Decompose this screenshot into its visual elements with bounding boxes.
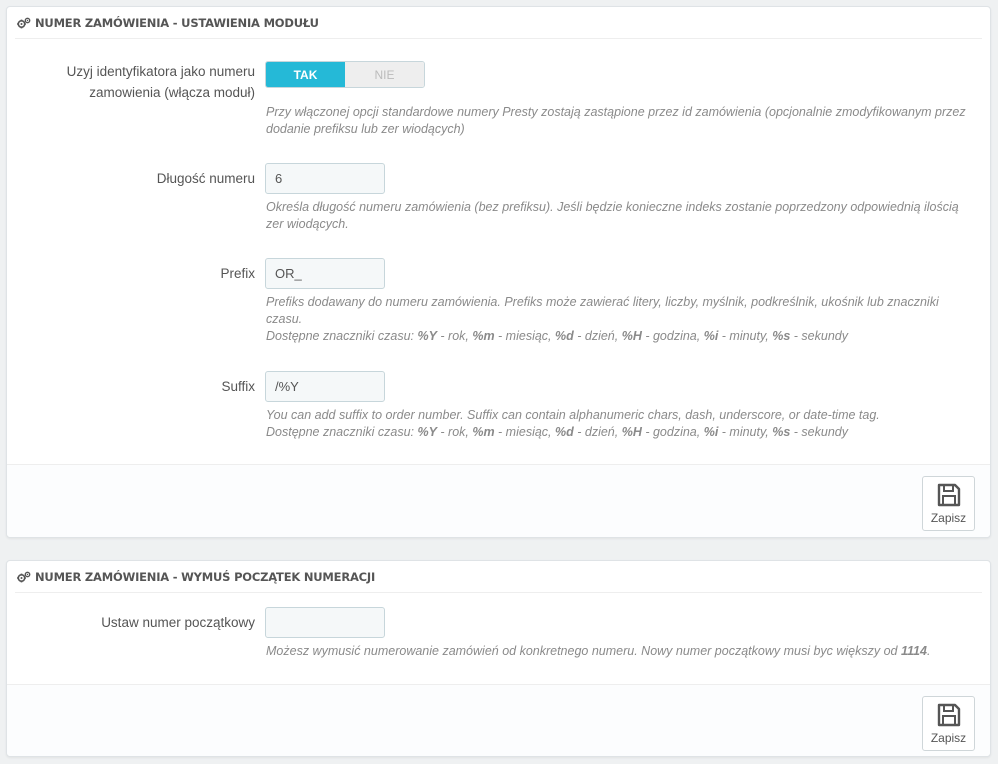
floppy-disk-icon: [936, 702, 962, 728]
panel-footer: Zapisz: [7, 684, 990, 756]
length-input[interactable]: 6: [265, 163, 385, 194]
tag-d-desc: - dzień,: [573, 425, 622, 439]
tag-i: %i: [703, 329, 719, 343]
prefix-tags-line: Dostępne znaczniki czasu: %Y - rok, %m -…: [266, 328, 976, 345]
prefix-help: Prefiks dodawany do numeru zamówienia. P…: [266, 294, 976, 345]
tag-s: %s: [772, 425, 791, 439]
tag-d-desc: - dzień,: [573, 329, 622, 343]
tag-h-desc: - godzina,: [641, 425, 704, 439]
floppy-disk-icon: [936, 482, 962, 508]
tag-s: %s: [772, 329, 791, 343]
tag-m: %m: [472, 329, 495, 343]
use-id-help-line2: dodanie prefiksu lub zer wiodących): [266, 122, 465, 136]
start-number-input[interactable]: [265, 607, 385, 638]
suffix-label: Suffix: [221, 379, 255, 394]
switch-on-option[interactable]: TAK: [266, 62, 345, 87]
tag-d: %d: [555, 425, 574, 439]
use-id-help-line1: Przy włączonej opcji standardowe numery …: [266, 105, 966, 119]
suffix-tags-line: Dostępne znaczniki czasu: %Y - rok, %m -…: [266, 424, 976, 441]
start-number-label: Ustaw numer początkowy: [101, 615, 255, 630]
cogs-icon: [17, 17, 31, 29]
save-button-label: Zapisz: [930, 511, 967, 525]
tag-h-desc: - godzina,: [641, 329, 704, 343]
cogs-icon: [17, 571, 31, 583]
suffix-help-line1: You can add suffix to order number. Suff…: [266, 408, 880, 422]
tag-h: %H: [621, 329, 642, 343]
start-number-panel: NUMER ZAMÓWIENIA - WYMUŚ POCZĄTEK NUMERA…: [6, 560, 991, 757]
switch-off-option[interactable]: NIE: [345, 62, 424, 87]
length-help: Określa długość numeru zamówienia (bez p…: [266, 199, 976, 233]
panel-title: NUMER ZAMÓWIENIA - WYMUŚ POCZĄTEK NUMERA…: [35, 569, 376, 584]
tag-i-desc: - minuty,: [718, 329, 773, 343]
panel-heading: NUMER ZAMÓWIENIA - WYMUŚ POCZĄTEK NUMERA…: [15, 561, 982, 593]
tag-h: %H: [621, 425, 642, 439]
use-id-help: Przy włączonej opcji standardowe numery …: [266, 104, 976, 138]
panel-heading: NUMER ZAMÓWIENIA - USTAWIENIA MODUŁU: [15, 7, 982, 39]
length-help-line2: zer wiodących.: [266, 217, 349, 231]
tags-intro: Dostępne znaczniki czasu:: [266, 425, 418, 439]
settings-panel: NUMER ZAMÓWIENIA - USTAWIENIA MODUŁU Uzy…: [6, 6, 991, 538]
tag-y-desc: - rok,: [436, 329, 473, 343]
save-button-label: Zapisz: [930, 731, 967, 745]
length-label: Długość numeru: [156, 171, 255, 186]
tag-d: %d: [555, 329, 574, 343]
tag-y: %Y: [417, 329, 437, 343]
start-number-help: Możesz wymusić numerowanie zamówień od k…: [266, 643, 976, 660]
panel-title: NUMER ZAMÓWIENIA - USTAWIENIA MODUŁU: [35, 15, 319, 30]
prefix-input[interactable]: OR_: [265, 258, 385, 289]
start-help-end: .: [926, 644, 931, 658]
tag-m: %m: [472, 425, 495, 439]
use-id-switch[interactable]: TAK NIE: [265, 61, 425, 88]
prefix-help-line2: czasu.: [266, 312, 303, 326]
use-id-label-line2: zamowienia (włącza moduł): [89, 85, 255, 100]
save-button[interactable]: Zapisz: [922, 696, 975, 751]
suffix-help: You can add suffix to order number. Suff…: [266, 407, 976, 441]
save-button[interactable]: Zapisz: [922, 476, 975, 531]
start-help-text: Możesz wymusić numerowanie zamówień od k…: [266, 644, 901, 658]
tag-m-desc: - miesiąc,: [494, 425, 556, 439]
prefix-help-line1: Prefiks dodawany do numeru zamówienia. P…: [266, 295, 939, 309]
use-id-label: Uzyj identyfikatora jako numeru zamowien…: [67, 61, 255, 103]
tag-y: %Y: [417, 425, 437, 439]
suffix-input[interactable]: /%Y: [265, 371, 385, 402]
panel-footer: Zapisz: [7, 464, 990, 537]
prefix-label: Prefix: [220, 266, 255, 281]
start-help-number: 1114: [900, 644, 927, 658]
use-id-label-line1: Uzyj identyfikatora jako numeru: [66, 64, 255, 79]
tag-i: %i: [703, 425, 719, 439]
tag-s-desc: - sekundy: [790, 425, 848, 439]
tag-m-desc: - miesiąc,: [494, 329, 556, 343]
tag-y-desc: - rok,: [436, 425, 473, 439]
tag-i-desc: - minuty,: [718, 425, 773, 439]
tags-intro: Dostępne znaczniki czasu:: [266, 329, 418, 343]
length-help-line1: Określa długość numeru zamówienia (bez p…: [266, 200, 959, 214]
tag-s-desc: - sekundy: [790, 329, 848, 343]
